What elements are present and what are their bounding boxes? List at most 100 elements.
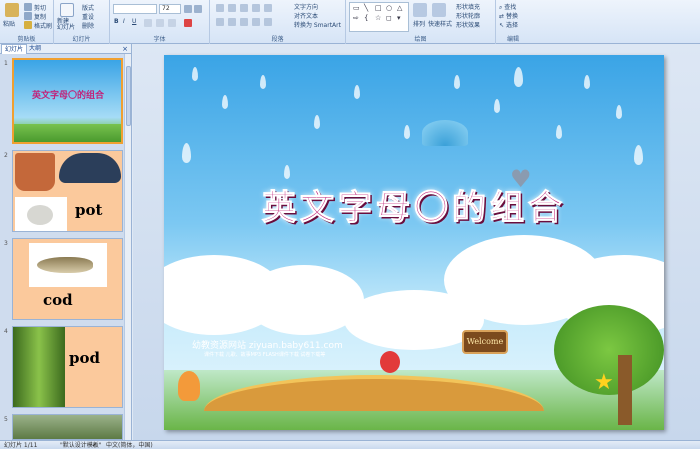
format-painter-icon[interactable]: [24, 21, 32, 29]
shape-effects-button[interactable]: 形状效果: [456, 20, 480, 29]
slide-count: 幻灯片 1/11: [4, 442, 38, 449]
raindrop: [584, 75, 590, 89]
raindrop: [284, 165, 290, 179]
status-bar: 幻灯片 1/11 "默认设计模板" ✔ 中文(简体，中国): [0, 440, 700, 449]
select-icon: ↖: [499, 22, 505, 29]
spell-check-icon[interactable]: ✔: [92, 441, 97, 449]
slides-panel: 幻灯片 大纲 × 1 英文字母〇的组合 2 pot 3 cod 4 pod 5: [0, 44, 132, 440]
copy-icon[interactable]: [24, 12, 32, 20]
cod-fish-image: [29, 243, 107, 287]
underline-icon[interactable]: U: [132, 18, 136, 25]
italic-icon[interactable]: I: [123, 18, 125, 25]
spacing-icon[interactable]: [168, 19, 176, 27]
arrange-button[interactable]: 排列: [413, 19, 425, 28]
new-slide-icon[interactable]: [60, 3, 74, 17]
delete-button[interactable]: 删除: [82, 21, 94, 30]
thumbnail-grass: [14, 124, 121, 142]
line-shape-icon[interactable]: ╲: [364, 4, 368, 12]
slide-canvas[interactable]: ♥ 英文字母〇的组合 Welcome ★ 幼教资源网站 ziyuan.baby6…: [164, 55, 664, 430]
arrange-icon[interactable]: [413, 3, 427, 17]
rect-shape-icon[interactable]: □: [375, 4, 382, 12]
cut-icon[interactable]: [24, 3, 32, 11]
decrease-indent-icon[interactable]: [240, 4, 248, 12]
watermark: 幼教资源网站 ziyuan.baby611.com: [192, 341, 343, 351]
oval-shape-icon[interactable]: ○: [386, 4, 392, 12]
strikethrough-icon[interactable]: [144, 19, 152, 27]
justify-icon[interactable]: [252, 18, 260, 26]
font-color-icon[interactable]: [184, 19, 192, 27]
tab-slides[interactable]: 幻灯片: [1, 44, 28, 54]
font-size-field[interactable]: 72: [159, 4, 181, 14]
increase-indent-icon[interactable]: [252, 4, 260, 12]
bullets-icon[interactable]: [216, 4, 224, 12]
shape-fill-button[interactable]: 形状填充: [456, 2, 480, 11]
language[interactable]: 中文(简体，中国): [106, 441, 153, 449]
brace-shape-icon[interactable]: {: [364, 14, 368, 22]
align-center-icon[interactable]: [228, 18, 236, 26]
thumbnail-image: pot: [12, 150, 123, 232]
shrink-font-icon[interactable]: [194, 5, 202, 13]
editing-label: 编辑: [506, 36, 519, 43]
new-slide-button[interactable]: 新建 幻灯片: [57, 19, 75, 31]
text-direction-button[interactable]: 文字方向: [294, 2, 318, 11]
raindrop: [494, 99, 500, 113]
cartoon-kid: [178, 371, 200, 401]
find-label: 查找: [504, 4, 517, 11]
smartart-button[interactable]: 转换为 SmartArt: [294, 20, 341, 29]
numbering-icon[interactable]: [228, 4, 236, 12]
slides-group: 新建 幻灯片 版式 重设 删除 幻灯片: [54, 0, 110, 44]
arrow-shape-icon[interactable]: ⇨: [353, 14, 359, 22]
pot-image: [59, 153, 121, 183]
close-panel-icon[interactable]: ×: [122, 44, 128, 54]
columns-icon[interactable]: [264, 18, 272, 26]
align-right-icon[interactable]: [240, 18, 248, 26]
shapes-gallery[interactable]: ▭ ╲ □ ○ △ ⇨ { ☆ ◻ ▾: [349, 2, 409, 32]
font-group: 72 B I U 字体: [110, 0, 210, 44]
quick-styles-button[interactable]: 快速样式: [428, 19, 452, 28]
teapot-image: [15, 197, 67, 231]
cut-button[interactable]: 剪切: [34, 3, 46, 12]
panel-scrollbar[interactable]: [124, 54, 131, 440]
format-painter-button[interactable]: 格式刷: [34, 21, 52, 30]
paste-icon[interactable]: [5, 3, 19, 17]
font-name-field[interactable]: [113, 4, 157, 14]
reset-button[interactable]: 重设: [82, 12, 94, 21]
quick-styles-icon[interactable]: [432, 3, 446, 17]
thumbnail-word: pod: [69, 349, 100, 367]
select-button[interactable]: ↖ 选择: [499, 20, 518, 29]
teapot-body: [27, 205, 53, 225]
slide-number: 3: [4, 240, 8, 247]
grow-font-icon[interactable]: [184, 5, 192, 13]
watermark-sub: 课件下载 儿歌、故事MP3 FLASH课件下载 试卷下载等: [204, 352, 326, 358]
slide-title[interactable]: 英文字母〇的组合: [204, 180, 624, 229]
welcome-sign: Welcome: [462, 330, 508, 354]
shape-outline-button[interactable]: 形状轮廓: [456, 11, 480, 20]
drawing-label: 绘图: [414, 36, 427, 43]
triangle-shape-icon[interactable]: △: [397, 4, 402, 12]
ribbon: 粘贴 剪切 复制 格式刷 剪贴板 新建 幻灯片 版式 重设 删除 幻灯片 72 …: [0, 0, 700, 44]
star-shape-icon[interactable]: ☆: [375, 14, 381, 22]
paste-button[interactable]: 粘贴: [3, 19, 15, 28]
bold-icon[interactable]: B: [114, 18, 119, 25]
more-shapes-icon[interactable]: ▾: [397, 14, 401, 22]
slides-label: 幻灯片: [72, 36, 91, 43]
raindrop: [616, 105, 622, 119]
layout-button[interactable]: 版式: [82, 3, 94, 12]
select-label: 选择: [505, 22, 518, 29]
callout-shape-icon[interactable]: ◻: [386, 14, 392, 22]
thumbnail-word: cod: [43, 291, 73, 309]
textbox-shape-icon[interactable]: ▭: [353, 4, 360, 12]
align-text-button[interactable]: 对齐文本: [294, 11, 318, 20]
line-spacing-icon[interactable]: [264, 4, 272, 12]
copy-button[interactable]: 复制: [34, 12, 46, 21]
paragraph-label: 段落: [271, 36, 284, 43]
clipboard-label: 剪贴板: [17, 36, 36, 43]
tab-outline[interactable]: 大纲: [26, 44, 44, 54]
replace-button[interactable]: ⇄ 替换: [499, 11, 518, 20]
shadow-icon[interactable]: [156, 19, 164, 27]
paragraph-group: 文字方向 对齐文本 转换为 SmartArt 段落: [210, 0, 346, 44]
align-left-icon[interactable]: [216, 18, 224, 26]
raindrop: [634, 145, 643, 165]
raindrop: [404, 125, 410, 139]
scrollbar-thumb[interactable]: [126, 66, 131, 126]
